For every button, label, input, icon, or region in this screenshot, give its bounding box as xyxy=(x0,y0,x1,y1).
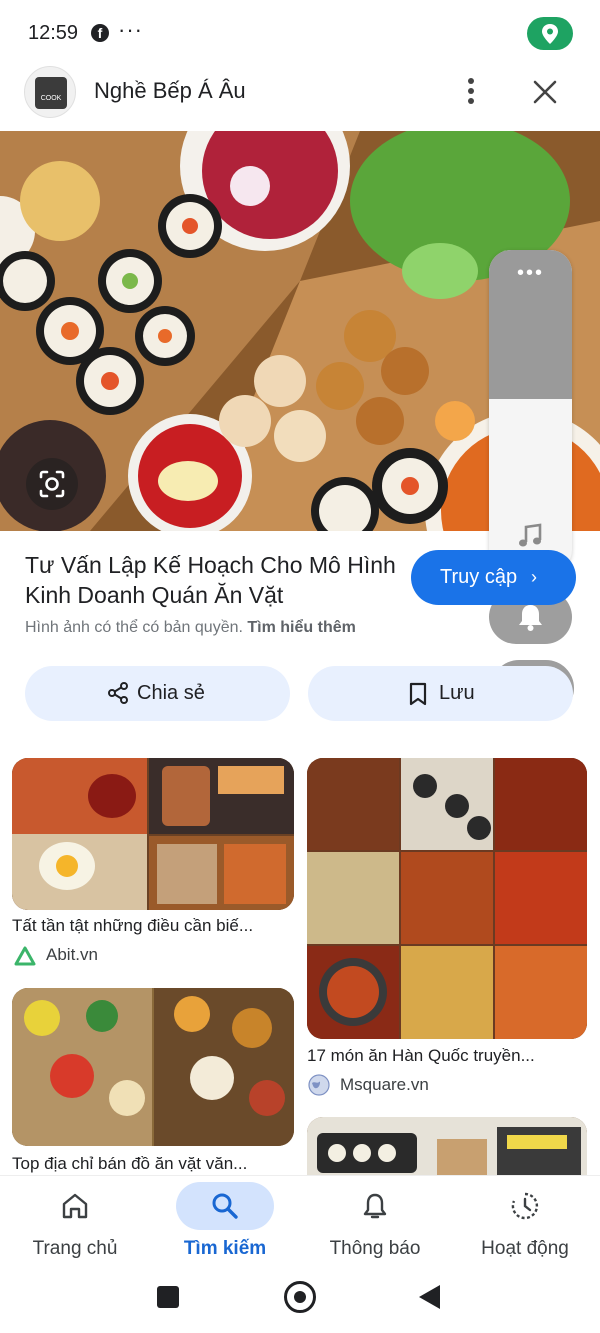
pin-title: Tư Vấn Lập Kế Hoạch Cho Mô Hình Kinh Doa… xyxy=(25,552,396,608)
more-horiz-icon[interactable]: ••• xyxy=(489,262,572,285)
status-bar: 12:59 f ··· xyxy=(0,0,600,66)
bookmark-icon xyxy=(409,682,427,706)
save-button[interactable]: Lưu xyxy=(308,666,573,721)
result-thumbnail xyxy=(307,758,587,1039)
nav-label: Hoạt động xyxy=(481,1238,569,1259)
share-label: Chia sẻ xyxy=(137,682,205,704)
back-button[interactable] xyxy=(419,1285,440,1309)
lens-button[interactable] xyxy=(26,458,78,510)
abit-logo-icon xyxy=(14,946,36,966)
activity-icon xyxy=(511,1192,539,1220)
bell-icon xyxy=(363,1193,387,1219)
nav-item-search[interactable]: Tìm kiếm xyxy=(150,1176,300,1268)
recents-button[interactable] xyxy=(157,1286,179,1308)
home-button[interactable] xyxy=(284,1281,316,1313)
source-logo[interactable]: COOK xyxy=(24,66,76,118)
location-pin-icon xyxy=(542,24,558,44)
result-thumbnail xyxy=(12,988,294,1146)
share-icon xyxy=(108,682,128,704)
home-dot-icon xyxy=(294,1291,306,1303)
nav-label: Trang chủ xyxy=(32,1238,118,1259)
globe-icon xyxy=(308,1074,330,1096)
result-source: Msquare.vn xyxy=(340,1075,429,1094)
result-thumbnail xyxy=(307,1117,587,1175)
result-source: Abit.vn xyxy=(46,945,98,964)
share-button[interactable]: Chia sẻ xyxy=(25,666,290,721)
close-icon[interactable] xyxy=(531,78,559,106)
copyright-notice: Hình ảnh có thể có bản quyền. Tìm hiểu t… xyxy=(25,619,356,637)
location-indicator xyxy=(527,17,573,50)
system-navigation-bar xyxy=(0,1267,600,1333)
logo-text: COOK xyxy=(40,95,62,102)
visit-label: Truy cập xyxy=(440,566,518,588)
nav-item-notifications[interactable]: Thông báo xyxy=(300,1176,450,1268)
lens-camera-icon xyxy=(39,470,65,498)
nav-item-home[interactable]: Trang chủ xyxy=(0,1176,150,1268)
result-title: 17 món ăn Hàn Quốc truyền... xyxy=(307,1046,535,1065)
search-icon xyxy=(212,1193,238,1219)
learn-more-link[interactable]: Tìm hiểu thêm xyxy=(247,619,355,636)
app-header: COOK Nghề Bếp Á Âu xyxy=(0,66,600,130)
result-thumbnail xyxy=(12,758,294,910)
save-label: Lưu xyxy=(439,682,475,704)
bottom-navigation: Trang chủ Tìm kiếm Thông báo Hoạt động xyxy=(0,1175,600,1267)
copyright-text: Hình ảnh có thể có bản quyền. xyxy=(25,619,243,636)
more-vert-icon[interactable] xyxy=(458,76,484,106)
visit-button[interactable]: Truy cập › xyxy=(411,550,576,605)
chevron-right-icon: › xyxy=(531,567,537,587)
home-icon xyxy=(62,1193,88,1219)
source-title[interactable]: Nghề Bếp Á Âu xyxy=(94,78,246,104)
result-title: Top địa chỉ bán đồ ăn vặt văn... xyxy=(12,1154,248,1173)
nav-label: Tìm kiếm xyxy=(183,1238,267,1259)
result-card[interactable]: Top địa chỉ bán đồ ăn vặt văn... xyxy=(12,988,294,1178)
nav-item-activity[interactable]: Hoạt động xyxy=(450,1176,600,1268)
music-note-icon xyxy=(519,523,542,547)
volume-slider[interactable]: ••• xyxy=(489,250,572,572)
facebook-icon: f xyxy=(91,24,109,42)
status-time: 12:59 xyxy=(28,22,79,44)
result-card[interactable]: 17 món ăn Hàn Quốc truyền... Msquare.vn xyxy=(307,758,587,1098)
result-card[interactable] xyxy=(307,1117,587,1175)
result-card[interactable]: Tất tần tật những điều cần biế... Abit.v… xyxy=(12,758,294,968)
dots-icon: ··· xyxy=(118,17,143,42)
nav-label: Thông báo xyxy=(329,1238,421,1259)
result-title: Tất tần tật những điều cần biế... xyxy=(12,916,254,935)
